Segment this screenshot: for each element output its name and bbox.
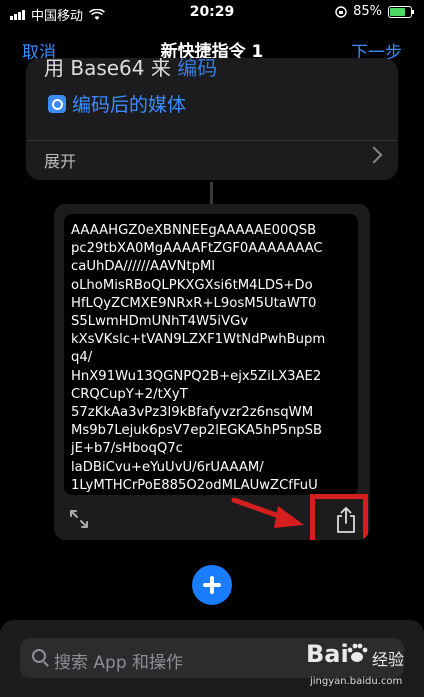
- action-title: 用 Base64 来 编码: [44, 58, 217, 81]
- action-mode-param[interactable]: 编码: [177, 58, 217, 80]
- add-action-button[interactable]: [192, 565, 232, 605]
- encoded-output-line: 57zKkAa3vPz3l9kBfafyvzr2z6nsqWM: [71, 405, 314, 421]
- media-variable-icon: [48, 94, 66, 113]
- action-connector: [210, 182, 213, 204]
- action-title-text: 用 Base64 来: [44, 58, 171, 80]
- chevron-right-icon: [365, 146, 383, 164]
- encoded-output-line: S5LwmHDmUNhT4W5iVGv: [71, 314, 249, 330]
- encoded-output-line: q4/: [71, 350, 93, 366]
- encoded-output-text: AAAAHGZ0eXBNNEEgAAAAAE00QSB pc29tbXA0MgAA…: [71, 222, 351, 495]
- watermark-brand: 经验: [372, 650, 405, 669]
- expand-button[interactable]: 展开: [44, 148, 76, 172]
- battery-fill: [390, 7, 406, 16]
- paw-icon: [347, 643, 368, 662]
- encoded-output-line: pc29tbXA0MgAAAAFtZGF0AAAAAAAC: [71, 241, 323, 257]
- encoded-output-line: jE+b7/sHboqQ7c: [71, 441, 183, 457]
- media-variable-token[interactable]: 编码后的媒体: [48, 90, 186, 117]
- expand-arrows-icon[interactable]: [68, 508, 90, 530]
- encoded-output-line: HfLQyZCMXE9NRxR+L9osM5UtaWT0: [71, 295, 317, 311]
- annotation-arrow-icon: [231, 497, 304, 528]
- encoded-output-line: 1LyMTHCrPoE885O2odMLAUwZCfFuU: [71, 477, 318, 493]
- encoded-output-line: caUhDA//////AAVNtpMl: [71, 259, 215, 275]
- encoded-output-line: AAAAHGZ0eXBNNEEgAAAAAE00QSB: [71, 223, 317, 238]
- baidu-watermark: Bai 经验 jingyan.baidu.com: [306, 640, 416, 696]
- orientation-lock-icon: [335, 5, 347, 18]
- battery-percent: 85%: [353, 4, 382, 19]
- encoded-output-box[interactable]: AAAAHGZ0eXBNNEEgAAAAAE00QSB pc29tbXA0MgAA…: [64, 214, 358, 495]
- share-icon[interactable]: [334, 506, 358, 534]
- battery-icon: [388, 5, 414, 18]
- encoded-output-line: Ms9b7Lejuk6psV7ep2lEGKA5hP5npSB: [71, 423, 323, 439]
- encoded-output-line: CRQCupY+2/tXyT: [71, 386, 188, 402]
- result-card: AAAAHGZ0eXBNNEEgAAAAAE00QSB pc29tbXA0MgAA…: [54, 204, 370, 540]
- card-divider: [26, 140, 398, 141]
- encoded-output-line: kXsVKslc+tVAN9LZXF1WtNdPwhBupm: [71, 332, 326, 348]
- search-icon: [32, 649, 46, 663]
- watermark-logo-text: Bai: [306, 640, 349, 668]
- base64-action-card[interactable]: 用 Base64 来 编码 编码后的媒体 展开: [26, 58, 398, 180]
- search-placeholder: 搜索 App 和操作: [54, 653, 184, 673]
- encoded-output-line: laDBiCvu+eYuUvU/6rUAAAM/: [71, 459, 264, 475]
- status-right: 85%: [335, 4, 414, 19]
- encoded-output-line: oLhoMisRBoQLPKXGXsi6tM4LDS+Do: [71, 277, 313, 293]
- encoded-output-line: HnX91Wu13QGNPQ2B+ejx5ZiLX3AE2: [71, 368, 322, 384]
- media-variable-label: 编码后的媒体: [72, 94, 187, 116]
- status-bar: 中国移动 20:29 85%: [0, 0, 424, 26]
- watermark-url: jingyan.baidu.com: [310, 676, 403, 687]
